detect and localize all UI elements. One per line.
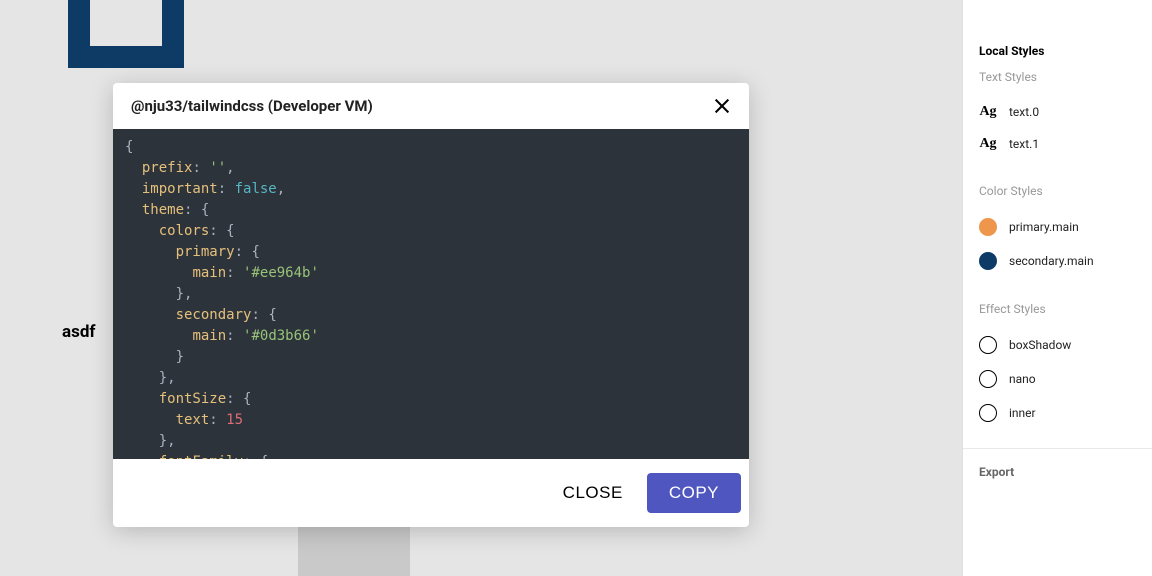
effect-icon — [979, 336, 997, 354]
shape-label-text: asdf — [62, 322, 96, 342]
text-style-label: text.0 — [1009, 105, 1039, 119]
effect-style-label: inner — [1009, 406, 1036, 420]
effect-style-item-inner[interactable]: inner — [979, 396, 1136, 430]
text-style-label: text.1 — [1009, 137, 1039, 151]
code-output[interactable]: { prefix: '', important: false, theme: {… — [113, 129, 749, 459]
close-icon[interactable] — [713, 97, 731, 115]
effect-style-label: nano — [1009, 372, 1036, 386]
local-styles-heading: Local Styles — [979, 20, 1136, 58]
text-styles-heading: Text Styles — [979, 70, 1136, 84]
rectangle-frame-shape[interactable] — [68, 0, 184, 68]
text-style-item-1[interactable]: Ag text.1 — [979, 128, 1136, 160]
text-style-icon: Ag — [979, 136, 997, 152]
color-swatch-icon — [979, 252, 997, 270]
plugin-modal: @nju33/tailwindcss (Developer VM) { pref… — [113, 83, 749, 527]
modal-footer: CLOSE COPY — [113, 459, 749, 527]
color-swatch-icon — [979, 218, 997, 236]
effect-style-item-boxshadow[interactable]: boxShadow — [979, 328, 1136, 362]
close-button[interactable]: CLOSE — [553, 475, 633, 511]
effect-icon — [979, 404, 997, 422]
color-style-label: primary.main — [1009, 220, 1079, 234]
effect-style-label: boxShadow — [1009, 338, 1071, 352]
color-style-label: secondary.main — [1009, 254, 1094, 268]
color-styles-heading: Color Styles — [979, 184, 1136, 198]
copy-button[interactable]: COPY — [647, 473, 741, 513]
text-style-item-0[interactable]: Ag text.0 — [979, 96, 1136, 128]
effect-style-item-nano[interactable]: nano — [979, 362, 1136, 396]
export-section-heading[interactable]: Export — [963, 449, 1152, 495]
properties-panel: Local Styles Text Styles Ag text.0 Ag te… — [962, 0, 1152, 576]
color-style-item-primary[interactable]: primary.main — [979, 210, 1136, 244]
modal-header: @nju33/tailwindcss (Developer VM) — [113, 83, 749, 129]
effect-styles-heading: Effect Styles — [979, 302, 1136, 316]
color-style-item-secondary[interactable]: secondary.main — [979, 244, 1136, 278]
effect-icon — [979, 370, 997, 388]
modal-title: @nju33/tailwindcss (Developer VM) — [131, 97, 373, 115]
text-style-icon: Ag — [979, 104, 997, 120]
